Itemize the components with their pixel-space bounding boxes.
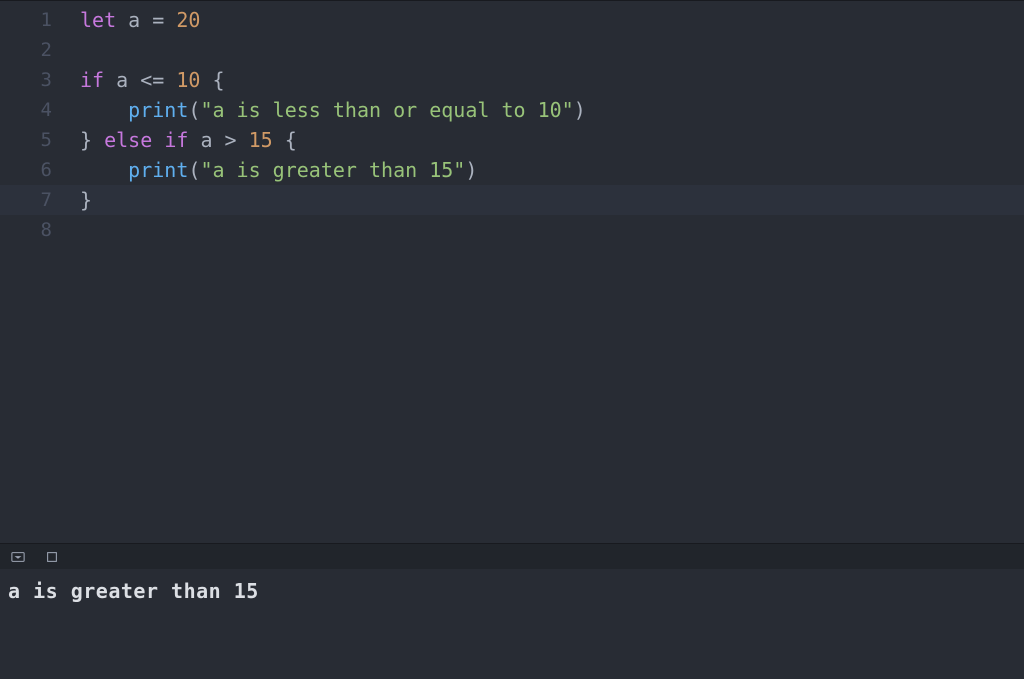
code-lines-container: 1 let a = 20 2 3 if a <= 10 { 4 print("a… [0,1,1024,245]
code-line[interactable]: 3 if a <= 10 { [0,65,1024,95]
line-number: 4 [0,99,80,121]
code-line[interactable]: 1 let a = 20 [0,5,1024,35]
code-editor[interactable]: 1 let a = 20 2 3 if a <= 10 { 4 print("a… [0,0,1024,543]
line-content: } else if a > 15 { [80,128,297,152]
square-icon[interactable] [44,549,60,565]
console-output[interactable]: a is greater than 15 [0,569,1024,679]
line-content: } [80,188,92,212]
line-number: 7 [0,189,80,211]
line-content: print("a is less than or equal to 10") [80,98,586,122]
code-line[interactable]: 4 print("a is less than or equal to 10") [0,95,1024,125]
dropdown-icon[interactable] [10,549,26,565]
console-toolbar [0,544,1024,569]
line-number: 2 [0,39,80,61]
line-number: 5 [0,129,80,151]
code-line[interactable]: 5 } else if a > 15 { [0,125,1024,155]
line-content: if a <= 10 { [80,68,225,92]
code-line[interactable]: 7 } [0,185,1024,215]
line-number: 3 [0,69,80,91]
line-content: print("a is greater than 15") [80,158,477,182]
code-line[interactable]: 2 [0,35,1024,65]
code-line[interactable]: 8 [0,215,1024,245]
console-panel: a is greater than 15 [0,543,1024,679]
line-number: 8 [0,219,80,241]
line-number: 1 [0,9,80,31]
line-number: 6 [0,159,80,181]
code-line[interactable]: 6 print("a is greater than 15") [0,155,1024,185]
line-content: let a = 20 [80,8,200,32]
